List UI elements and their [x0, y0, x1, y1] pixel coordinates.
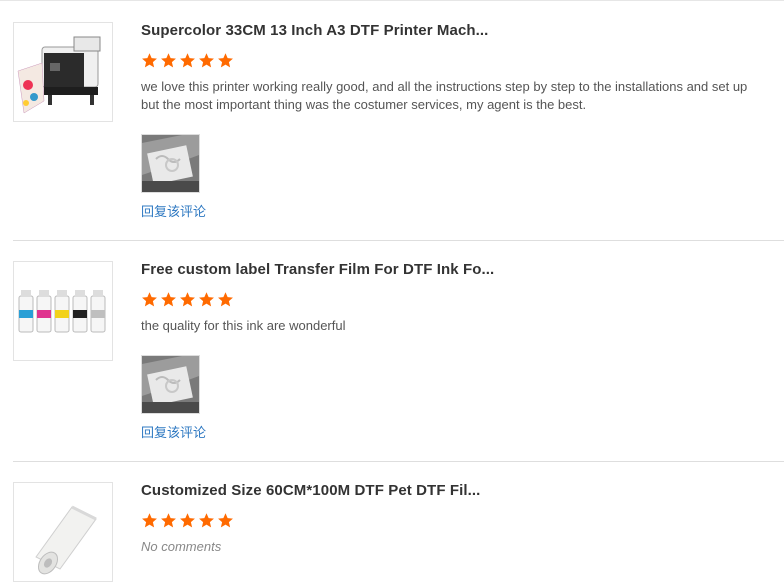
- review-comment: No comments: [141, 538, 784, 556]
- star-icon: [161, 53, 176, 68]
- star-icon: [199, 513, 214, 528]
- product-thumbnail-ink-bottles[interactable]: [13, 261, 113, 361]
- star-icon: [180, 513, 195, 528]
- star-rating: [141, 291, 234, 308]
- star-icon: [142, 513, 157, 528]
- product-title[interactable]: Free custom label Transfer Film For DTF …: [141, 261, 494, 278]
- review-comment: the quality for this ink are wonderful: [141, 317, 784, 335]
- star-rating: [141, 512, 234, 529]
- reply-link[interactable]: 回复该评论: [141, 201, 206, 220]
- review-photo[interactable]: [141, 355, 200, 414]
- star-icon: [199, 292, 214, 307]
- comment-line: No comments: [141, 539, 222, 554]
- comment-line: we love this printer working really good…: [141, 79, 748, 94]
- star-icon: [218, 292, 233, 307]
- review-divider: [13, 240, 784, 241]
- star-icon: [218, 53, 233, 68]
- review-photo[interactable]: [141, 134, 200, 193]
- star-icon: [142, 292, 157, 307]
- star-icon: [161, 292, 176, 307]
- star-icon: [180, 53, 195, 68]
- star-icon: [161, 513, 176, 528]
- product-thumbnail-film-roll[interactable]: [13, 482, 113, 582]
- star-icon: [142, 53, 157, 68]
- star-icon: [218, 513, 233, 528]
- top-divider: [0, 0, 784, 1]
- product-title[interactable]: Customized Size 60CM*100M DTF Pet DTF Fi…: [141, 482, 480, 499]
- star-rating: [141, 52, 234, 69]
- star-icon: [180, 292, 195, 307]
- comment-line: but the most important thing was the cos…: [141, 97, 587, 112]
- product-title[interactable]: Supercolor 33CM 13 Inch A3 DTF Printer M…: [141, 22, 488, 39]
- product-thumbnail-printer[interactable]: [13, 22, 113, 122]
- review-comment: we love this printer working really good…: [141, 78, 784, 114]
- comment-line: the quality for this ink are wonderful: [141, 318, 346, 333]
- review-divider: [13, 461, 784, 462]
- star-icon: [199, 53, 214, 68]
- reply-link[interactable]: 回复该评论: [141, 422, 206, 441]
